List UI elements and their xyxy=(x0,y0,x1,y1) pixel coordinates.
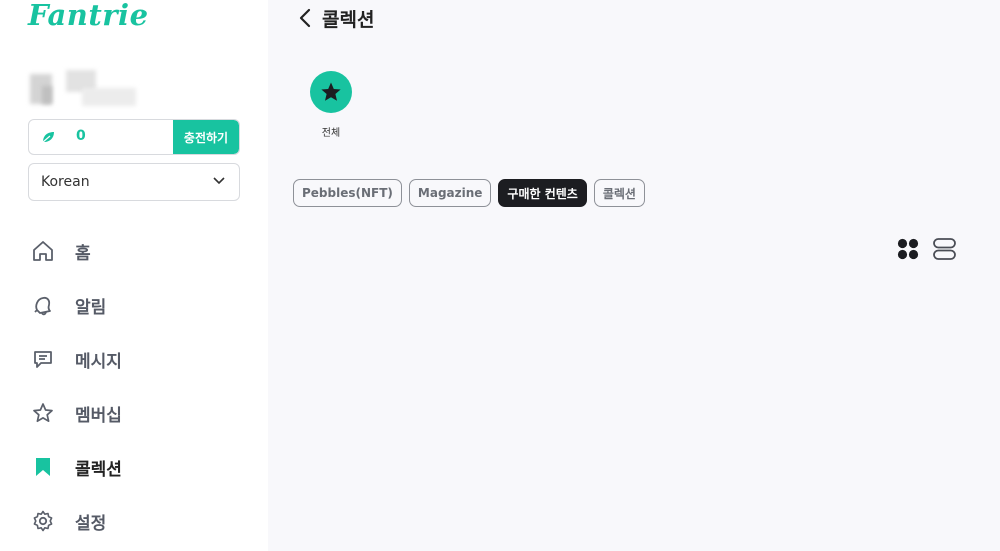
sidebar-item-label: 설정 xyxy=(75,513,107,534)
leaf-icon xyxy=(42,132,54,143)
sidebar-item-notifications[interactable]: 알림 xyxy=(0,278,268,332)
tab-magazine[interactable]: Magazine xyxy=(408,179,492,207)
language-select[interactable]: Korean xyxy=(28,163,240,201)
sidebar: Fantrie 0 충전하기 Korean 홈 알림 메시지 멤버십 콜렉션 설… xyxy=(0,0,268,551)
sidebar-item-collection[interactable]: 콜렉션 xyxy=(0,440,268,494)
list-view-icon[interactable] xyxy=(933,238,956,260)
bell-icon xyxy=(34,296,51,316)
sidebar-item-label: 콜렉션 xyxy=(75,459,122,480)
message-icon xyxy=(34,351,52,368)
grid-view-icon[interactable] xyxy=(897,238,919,260)
sidebar-item-messages[interactable]: 메시지 xyxy=(0,332,268,386)
sidebar-item-home[interactable]: 홈 xyxy=(0,224,268,278)
category-circle xyxy=(310,71,352,113)
gear-icon xyxy=(33,510,53,532)
language-selected: Korean xyxy=(41,174,90,190)
logo[interactable]: Fantrie xyxy=(28,0,149,32)
sidebar-item-label: 메시지 xyxy=(75,351,122,372)
wallet-balance: 0 xyxy=(76,128,86,144)
tab-pebbles-nft[interactable]: Pebbles(NFT) xyxy=(293,179,402,207)
sidebar-nav: 홈 알림 메시지 멤버십 콜렉션 설정 xyxy=(0,224,268,548)
charge-button[interactable]: 충전하기 xyxy=(173,120,239,154)
star-icon xyxy=(321,82,341,101)
filter-tabs: Pebbles(NFT) Magazine 구매한 컨텐츠 콜렉션 xyxy=(293,179,652,207)
home-icon xyxy=(33,241,53,261)
tab-collection[interactable]: 콜렉션 xyxy=(593,179,645,207)
sidebar-item-membership[interactable]: 멤버십 xyxy=(0,386,268,440)
sidebar-item-label: 알림 xyxy=(75,297,107,318)
tab-purchased-content[interactable]: 구매한 컨텐츠 xyxy=(498,179,587,207)
chevron-down-icon xyxy=(213,177,225,185)
star-outline-icon xyxy=(33,403,53,423)
page-header: 콜렉션 xyxy=(296,4,374,32)
sidebar-item-label: 홈 xyxy=(75,243,91,264)
bookmark-icon xyxy=(36,458,50,476)
profile-avatar-blurred[interactable] xyxy=(28,70,138,108)
page-title: 콜렉션 xyxy=(322,8,375,31)
sidebar-item-label: 멤버십 xyxy=(75,405,122,426)
category-all[interactable]: 전체 xyxy=(303,71,359,139)
category-label: 전체 xyxy=(321,128,341,139)
back-arrow-icon[interactable] xyxy=(296,7,314,29)
sidebar-item-settings[interactable]: 설정 xyxy=(0,494,268,548)
wallet-box: 0 충전하기 xyxy=(28,119,240,155)
